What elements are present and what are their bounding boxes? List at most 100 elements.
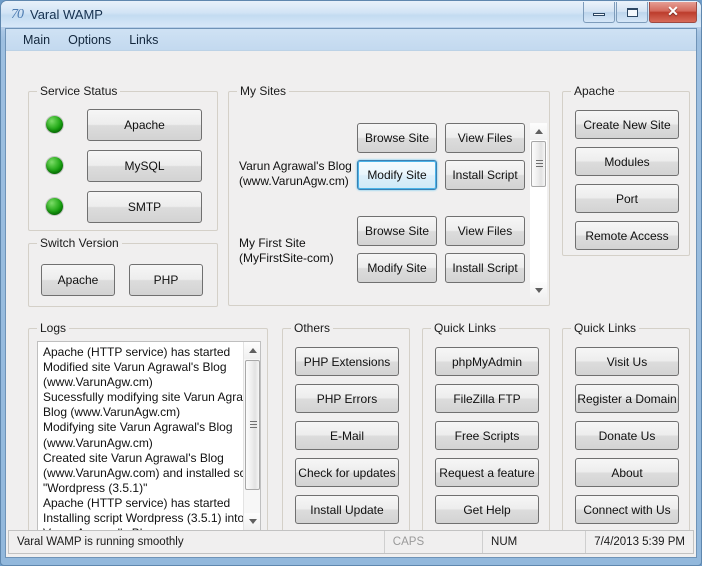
application-window: 70 Varal WAMP ✕ Main Options Links Servi… — [0, 0, 702, 566]
logs-scroll-thumb[interactable] — [245, 360, 260, 490]
scroll-grip-icon — [250, 421, 257, 429]
site-1-install-script-button[interactable]: Install Script — [445, 160, 525, 190]
log-line: (www.VarunAgw.cm) — [43, 375, 153, 390]
my-sites-scrollbar[interactable] — [530, 123, 547, 299]
quick-link-connect-with-us-button[interactable]: Connect with Us — [575, 495, 679, 524]
menu-item-main[interactable]: Main — [14, 31, 59, 49]
group-switch-version-legend: Switch Version — [37, 236, 122, 250]
quick-link-about-button[interactable]: About — [575, 458, 679, 487]
my-sites-scroll-up-button[interactable] — [530, 123, 547, 140]
site-2-browse-site-button[interactable]: Browse Site — [357, 216, 437, 246]
site-url-2: (MyFirstSite-com) — [239, 251, 334, 265]
others-php-extensions-button[interactable]: PHP Extensions — [295, 347, 399, 376]
log-line: Modifying site Varun Agrawal's Blog — [43, 420, 233, 435]
log-line: Sucessfully modifying site Varun Agrawal… — [43, 390, 261, 405]
status-led-apache — [46, 116, 63, 133]
log-line: "Wordpress (3.5.1)" — [43, 480, 148, 495]
group-apache-legend: Apache — [571, 84, 618, 98]
apache-port-button[interactable]: Port — [575, 184, 679, 213]
site-2-view-files-button[interactable]: View Files — [445, 216, 525, 246]
scroll-grip-icon — [536, 160, 543, 168]
site-title-2: My First Site — [239, 236, 306, 250]
log-line: Modified site Varun Agrawal's Blog — [43, 360, 227, 375]
others-install-update-button[interactable]: Install Update — [295, 495, 399, 524]
status-message: Varal WAMP is running smoothly — [17, 536, 184, 548]
log-line: Installing script Wordpress (3.5.1) into… — [43, 511, 261, 526]
site-1-view-files-button[interactable]: View Files — [445, 123, 525, 153]
my-sites-scroll-thumb[interactable] — [531, 141, 546, 187]
site-1-browse-site-button[interactable]: Browse Site — [357, 123, 437, 153]
quick-link-request-a-feature-button[interactable]: Request a feature — [435, 458, 539, 487]
quick-link-get-help-button[interactable]: Get Help — [435, 495, 539, 524]
status-num-indicator: NUM — [482, 531, 585, 553]
status-led-smtp — [46, 198, 63, 215]
logs-text-content: Apache (HTTP service) has started Modifie… — [43, 345, 261, 530]
status-led-mysql — [46, 157, 63, 174]
quick-link-filezilla-ftp-button[interactable]: FileZilla FTP — [435, 384, 539, 413]
close-icon: ✕ — [667, 3, 679, 19]
site-title-1: Varun Agrawal's Blog — [239, 159, 352, 173]
log-line: Blog (www.VarunAgw.cm) — [43, 405, 181, 420]
close-button[interactable]: ✕ — [649, 2, 697, 23]
switch-version-button-php[interactable]: PHP — [129, 264, 203, 296]
site-2-install-script-button[interactable]: Install Script — [445, 253, 525, 283]
group-logs: Logs Apache (HTTP service) has started Mo… — [28, 321, 268, 540]
group-my-sites-legend: My Sites — [237, 84, 290, 98]
maximize-button[interactable] — [616, 2, 648, 23]
logs-scrollbar[interactable] — [243, 342, 260, 530]
group-quick-links-2-legend: Quick Links — [571, 321, 640, 335]
group-others-legend: Others — [291, 321, 334, 335]
group-my-sites: My Sites Varun Agrawal's Blog (www.Varun… — [228, 84, 550, 306]
quick-link-visit-us-button[interactable]: Visit Us — [575, 347, 679, 376]
app-logo-icon: 70 — [11, 7, 24, 22]
group-quick-links-1: Quick Links phpMyAdmin FileZilla FTP Fre… — [422, 321, 550, 540]
form-body: Service Status Apache MySQL SMTP Switch … — [6, 51, 696, 557]
others-php-errors-button[interactable]: PHP Errors — [295, 384, 399, 413]
apache-modules-button[interactable]: Modules — [575, 147, 679, 176]
menu-item-options[interactable]: Options — [59, 31, 120, 49]
chevron-up-icon — [249, 348, 257, 353]
apache-remote-access-button[interactable]: Remote Access — [575, 221, 679, 250]
others-check-for-updates-button[interactable]: Check for updates — [295, 458, 399, 487]
logs-scroll-up-button[interactable] — [244, 342, 260, 359]
menu-item-links[interactable]: Links — [120, 31, 167, 49]
group-quick-links-1-legend: Quick Links — [431, 321, 500, 335]
apache-create-new-site-button[interactable]: Create New Site — [575, 110, 679, 139]
minimize-button[interactable] — [583, 2, 615, 23]
log-line: Created site Varun Agrawal's Blog — [43, 450, 224, 465]
status-caps-indicator: CAPS — [383, 531, 482, 553]
others-email-button[interactable]: E-Mail — [295, 421, 399, 450]
maximize-icon — [627, 8, 638, 17]
service-button-apache[interactable]: Apache — [87, 109, 202, 141]
site-1-modify-site-button[interactable]: Modify Site — [357, 160, 437, 190]
service-button-smtp[interactable]: SMTP — [87, 191, 202, 223]
quick-link-register-a-domain-button[interactable]: Register a Domain — [575, 384, 679, 413]
switch-version-button-apache[interactable]: Apache — [41, 264, 115, 296]
log-line: Apache (HTTP service) has started — [43, 345, 231, 359]
service-button-mysql[interactable]: MySQL — [87, 150, 202, 182]
my-sites-scroll-area: Varun Agrawal's Blog (www.VarunAgw.cm) B… — [233, 103, 547, 301]
quick-link-free-scripts-button[interactable]: Free Scripts — [435, 421, 539, 450]
group-apache: Apache Create New Site Modules Port Remo… — [562, 84, 690, 256]
log-line: Apache (HTTP service) has started — [43, 495, 231, 510]
site-url-1: (www.VarunAgw.cm) — [239, 174, 349, 188]
logs-textbox[interactable]: Apache (HTTP service) has started Modifie… — [37, 341, 261, 531]
title-bar: 70 Varal WAMP ✕ — [1, 1, 701, 28]
my-sites-scroll-down-button[interactable] — [530, 282, 547, 299]
status-datetime: 7/4/2013 5:39 PM — [585, 531, 693, 553]
quick-link-phpmyadmin-button[interactable]: phpMyAdmin — [435, 347, 539, 376]
window-controls: ✕ — [582, 2, 697, 24]
log-line: (www.VarunAgw.cm) — [43, 435, 153, 450]
group-logs-legend: Logs — [37, 321, 70, 335]
chevron-down-icon — [249, 519, 257, 524]
status-bar: Varal WAMP is running smoothly CAPS NUM … — [8, 530, 694, 554]
group-others: Others PHP Extensions PHP Errors E-Mail … — [282, 321, 410, 540]
logs-scroll-down-button[interactable] — [244, 513, 260, 530]
group-service-status: Service Status Apache MySQL SMTP — [28, 84, 218, 231]
site-2-modify-site-button[interactable]: Modify Site — [357, 253, 437, 283]
window-title: Varal WAMP — [30, 7, 103, 22]
site-name-2: My First Site (MyFirstSite-com) — [239, 236, 334, 266]
quick-link-donate-us-button[interactable]: Donate Us — [575, 421, 679, 450]
group-quick-links-2: Quick Links Visit Us Register a Domain D… — [562, 321, 690, 540]
chevron-up-icon — [535, 129, 543, 134]
